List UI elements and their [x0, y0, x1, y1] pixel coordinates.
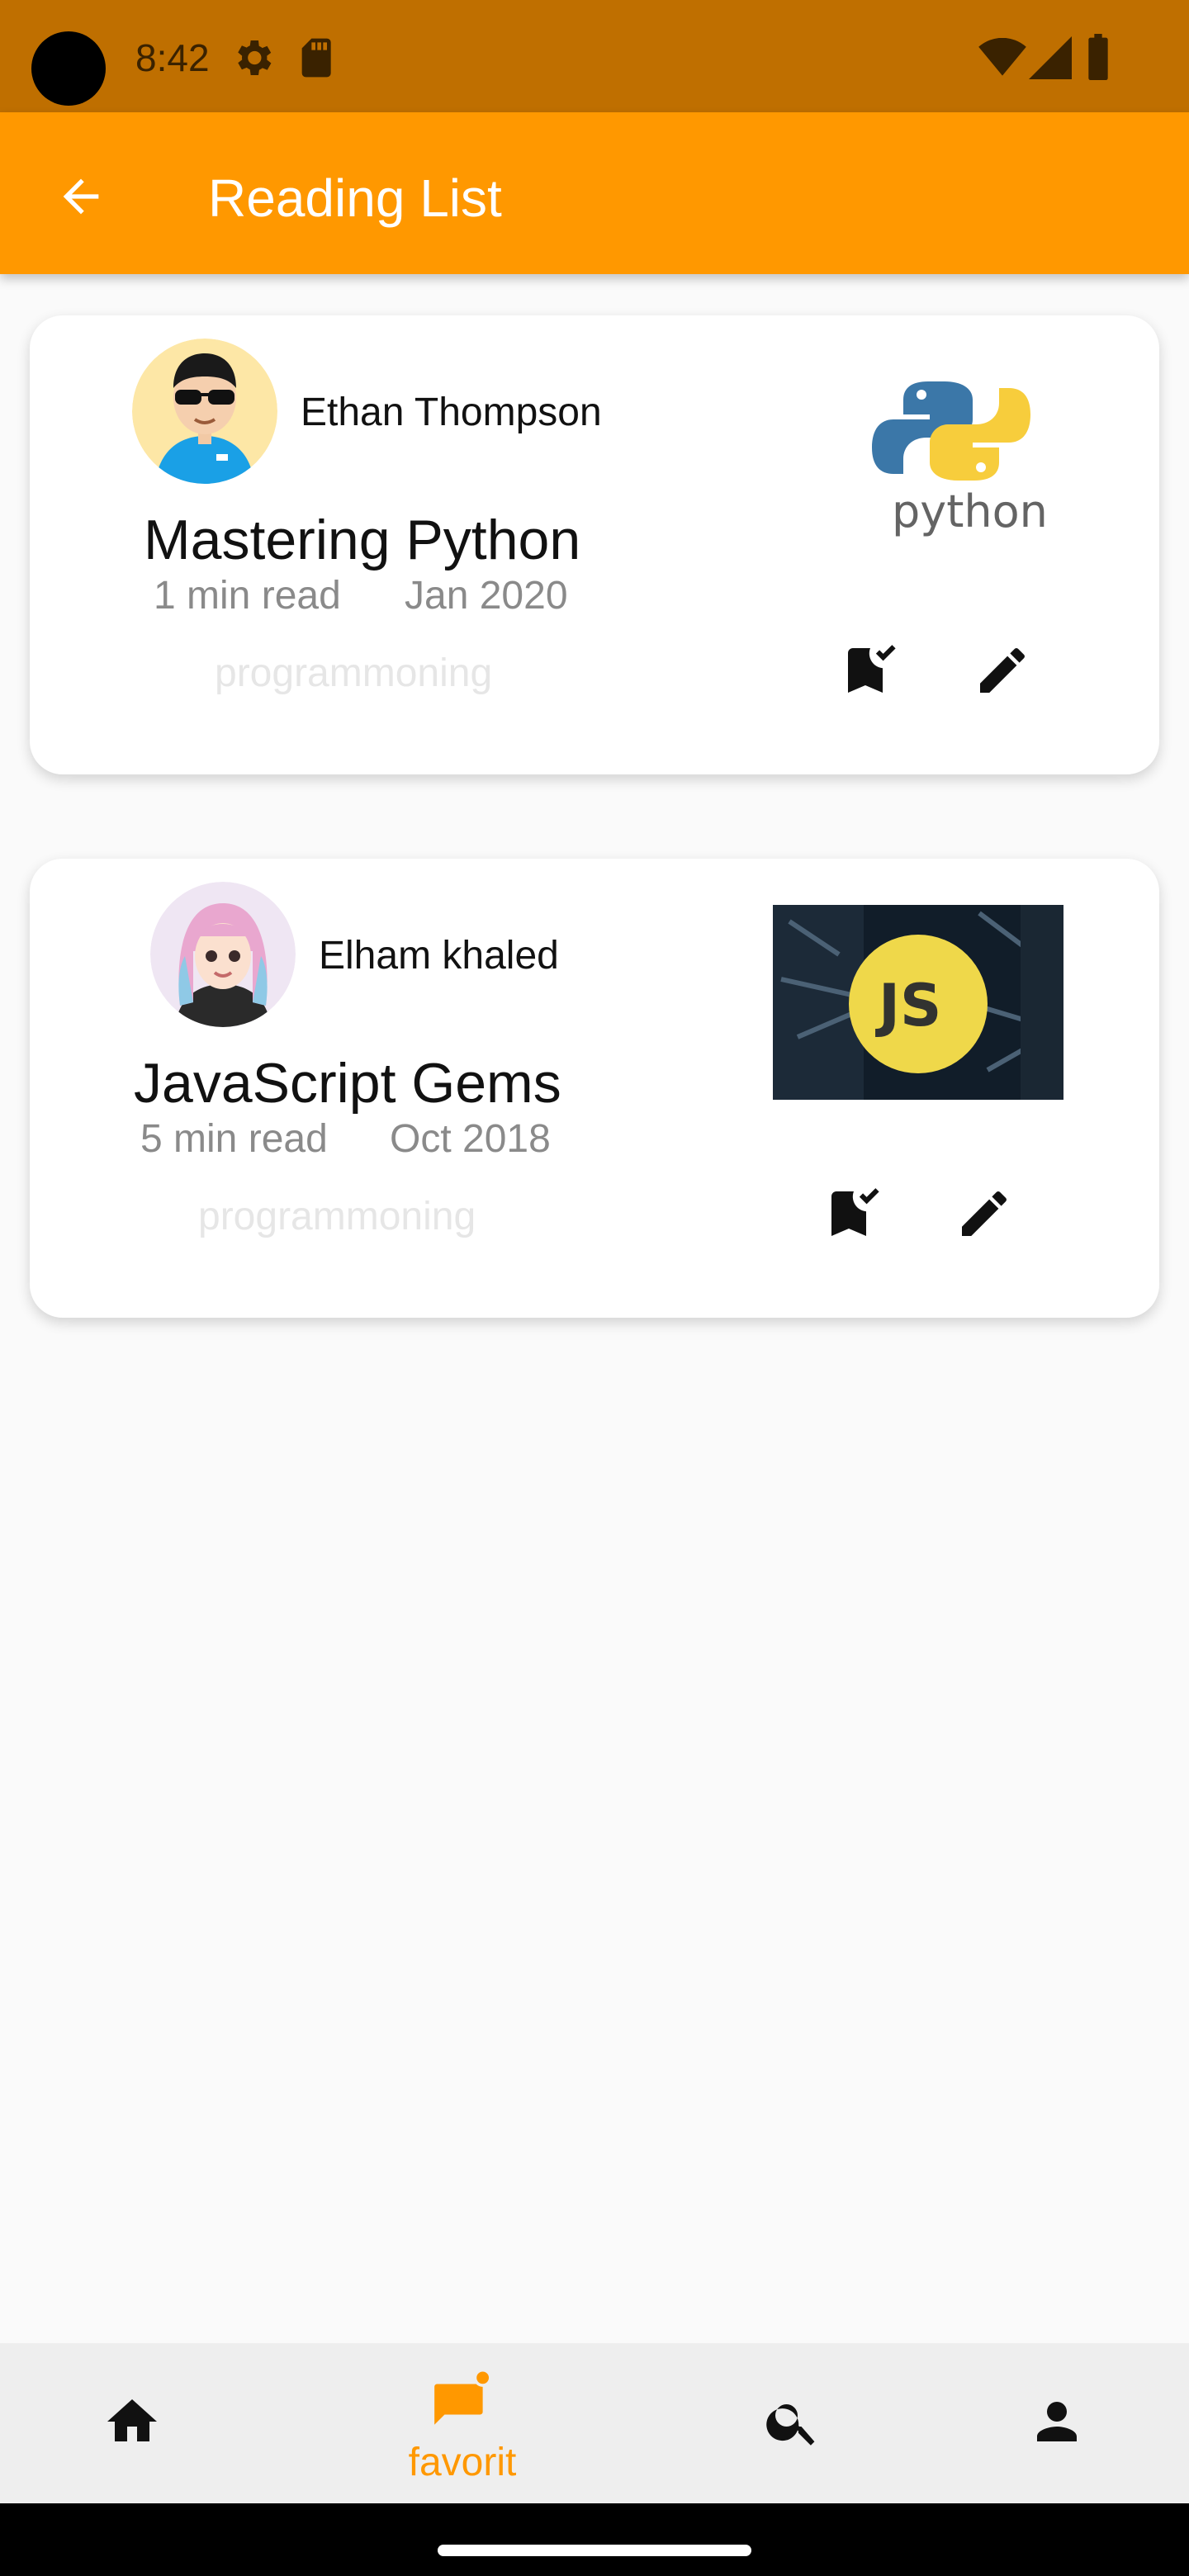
publish-date: Jan 2020 [405, 574, 568, 618]
back-button[interactable] [36, 154, 126, 243]
book-card[interactable]: Elham khaled JavaScript Gems 5 min read … [30, 859, 1159, 1318]
battery-icon [1087, 33, 1110, 85]
author-name: Ethan Thompson [301, 391, 602, 434]
book-title[interactable]: JavaScript Gems [134, 1049, 561, 1118]
sd-card-icon [296, 35, 335, 85]
system-navigation-bar [0, 2503, 1189, 2576]
nav-favorit-label: favorit [408, 2440, 517, 2484]
nav-profile[interactable] [974, 2343, 1139, 2503]
status-bar: 8:42 [0, 0, 1189, 112]
bookmark-added-icon [824, 1184, 883, 1248]
favorite-chat-icon [429, 2368, 495, 2435]
person-icon [1027, 2392, 1087, 2455]
author-avatar [132, 339, 277, 484]
edit-icon [973, 641, 1032, 704]
python-logo: python [855, 372, 1054, 537]
edit-button[interactable] [963, 632, 1042, 712]
javascript-logo: JS [773, 905, 1063, 1100]
edit-button[interactable] [945, 1176, 1024, 1255]
app-bar: Reading List [0, 112, 1189, 274]
bottom-navigation: favorit [0, 2343, 1189, 2503]
category-label: programmoning [198, 1195, 476, 1238]
arrow-back-icon [54, 170, 107, 227]
cover-text: python [892, 485, 1048, 537]
publish-date: Oct 2018 [390, 1117, 551, 1161]
camera-cutout [31, 31, 106, 106]
page-title: Reading List [208, 168, 502, 228]
signal-icon [1029, 36, 1072, 83]
book-card[interactable]: Ethan Thompson Mastering Python 1 min re… [30, 315, 1159, 774]
author-avatar [150, 882, 296, 1027]
bookmark-button[interactable] [814, 1176, 893, 1255]
gesture-handle[interactable] [438, 2545, 751, 2556]
status-time: 8:42 [135, 36, 210, 79]
read-time: 1 min read [154, 574, 341, 618]
read-time: 5 min read [140, 1117, 328, 1161]
nav-home[interactable] [50, 2343, 215, 2503]
cover-text: JS [879, 972, 942, 1039]
bookmark-added-icon [841, 641, 900, 704]
nav-search[interactable] [710, 2343, 875, 2503]
edit-icon [955, 1184, 1014, 1248]
bookmark-button[interactable] [831, 632, 910, 712]
wifi-icon [978, 37, 1027, 82]
category-label: programmoning [215, 651, 493, 695]
author-name: Elham khaled [319, 934, 559, 978]
home-icon [102, 2392, 162, 2455]
book-title[interactable]: Mastering Python [144, 505, 580, 575]
nav-favorit[interactable]: favorit [380, 2343, 545, 2503]
search-icon [763, 2392, 822, 2455]
settings-icon [230, 35, 276, 85]
